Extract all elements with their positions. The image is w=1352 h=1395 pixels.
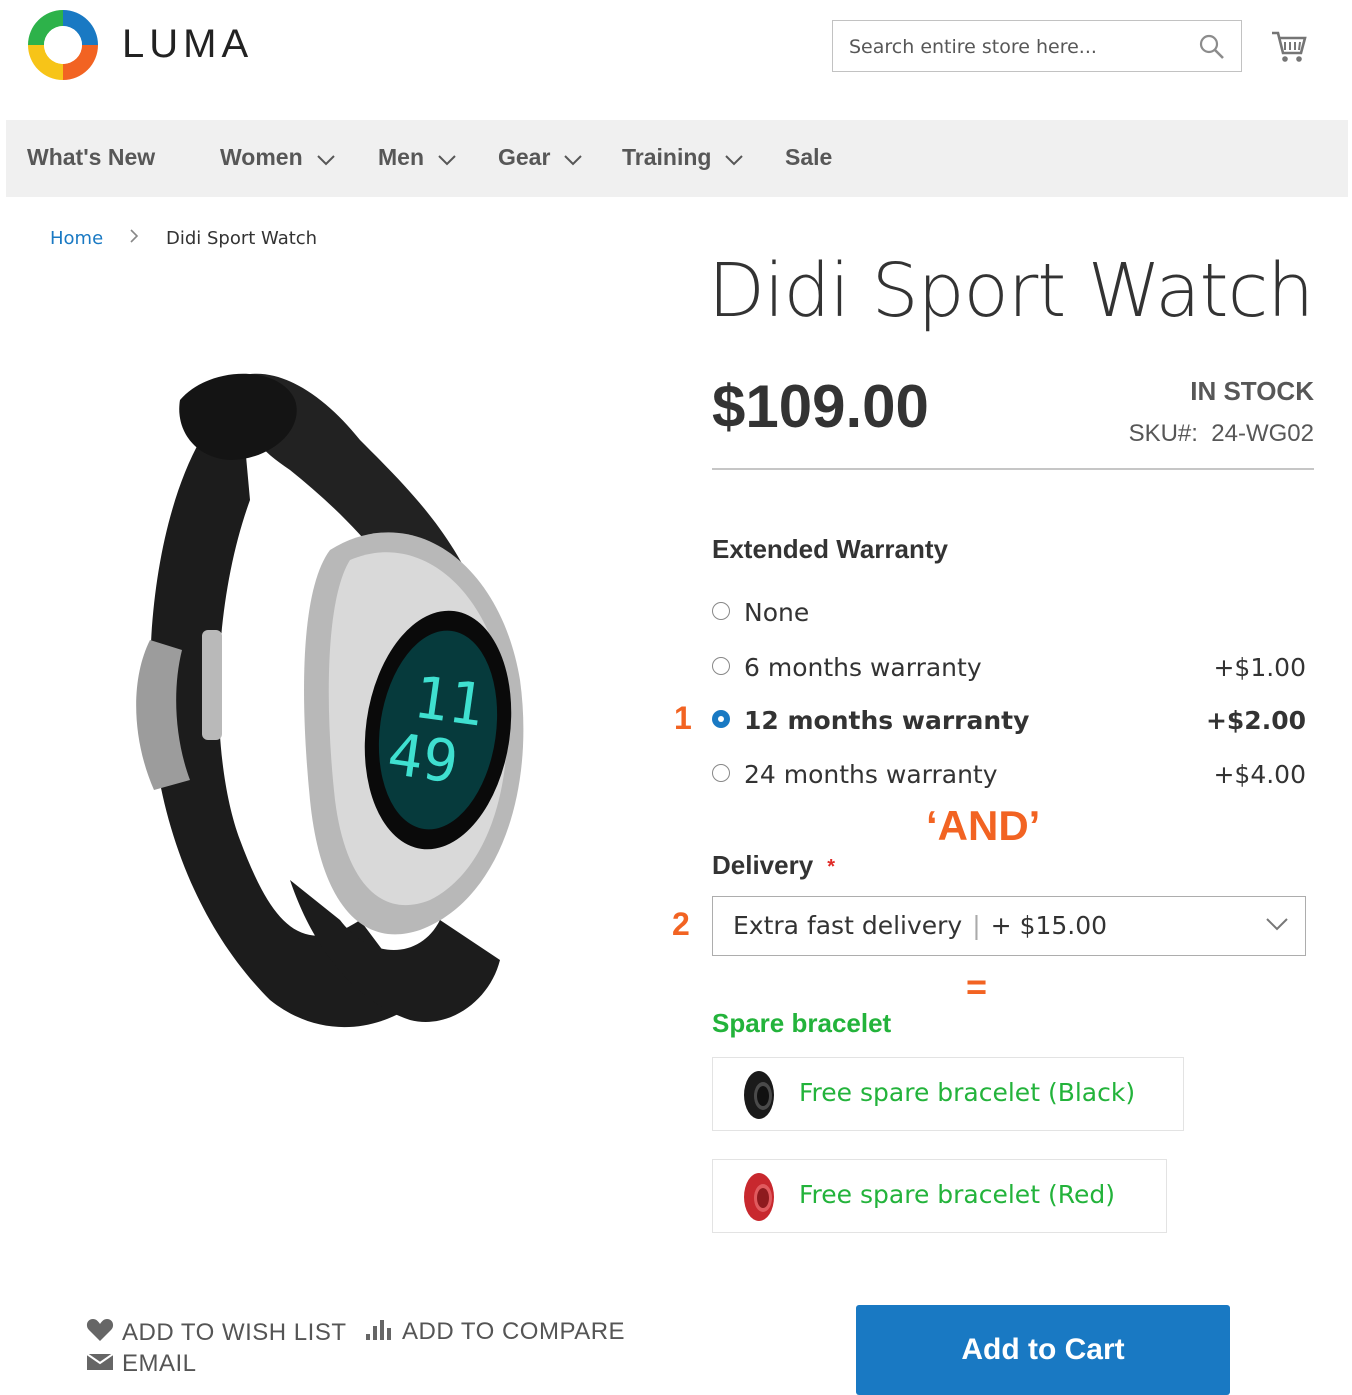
delivery-label: Delivery — [712, 850, 814, 880]
spare-bracelet-title: Spare bracelet — [712, 1008, 892, 1038]
option-label: 6 months warranty — [744, 653, 982, 682]
wishlist-label: ADD TO WISH LIST — [122, 1318, 347, 1346]
nav-label: Gear — [498, 144, 551, 170]
nav-item-women[interactable]: Women — [220, 144, 335, 172]
email-label: EMAIL — [122, 1350, 197, 1377]
nav-item-gear[interactable]: Gear — [498, 144, 583, 172]
breadcrumb-current: Didi Sport Watch — [166, 228, 318, 249]
delivery-option-label: Extra fast delivery — [733, 911, 963, 940]
nav-label: Sale — [785, 144, 833, 170]
search-box — [832, 20, 1242, 72]
separator: | — [972, 911, 981, 940]
bracelet-black-image — [737, 1068, 783, 1127]
nav-item-men[interactable]: Men — [378, 144, 456, 172]
nav-label: Training — [622, 144, 712, 170]
bar-chart-icon — [366, 1318, 392, 1347]
option-label: 24 months warranty — [744, 760, 998, 789]
add-to-wishlist-link[interactable]: ADD TO WISH LIST — [86, 1318, 346, 1349]
page-title: Didi Sport Watch — [708, 248, 1314, 334]
nav-item-sale[interactable]: Sale — [785, 144, 832, 171]
radio-button[interactable] — [712, 657, 730, 675]
logo-text[interactable]: LUMA — [122, 22, 253, 67]
breadcrumb-separator-icon — [128, 226, 140, 251]
chevron-down-icon — [316, 145, 335, 172]
envelope-icon — [86, 1351, 114, 1379]
stock-status: IN STOCK — [1190, 376, 1314, 406]
option-label: None — [744, 598, 810, 627]
bracelet-red-image — [737, 1170, 783, 1229]
radio-button[interactable] — [712, 764, 730, 782]
option-price: +$1.00 — [1213, 653, 1306, 682]
bracelet-label: Free spare bracelet (Red) — [799, 1180, 1115, 1209]
nav-label: Men — [378, 144, 424, 170]
luma-logo-icon[interactable] — [26, 8, 100, 87]
annotation-and: ‘AND’ — [926, 802, 1041, 849]
nav-item-whats-new[interactable]: What's New — [27, 144, 155, 171]
email-link[interactable]: EMAIL — [86, 1350, 197, 1379]
delivery-selected-value: Extra fast delivery | + $15.00 — [733, 911, 1107, 940]
option-price: +$2.00 — [1205, 706, 1306, 735]
chevron-down-icon — [564, 145, 583, 172]
svg-text:49: 49 — [384, 720, 463, 797]
divider — [712, 468, 1314, 470]
delivery-title: Delivery * — [712, 850, 835, 881]
spare-bracelet-black[interactable]: Free spare bracelet (Black) — [712, 1057, 1184, 1131]
product-price: $109.00 — [712, 373, 929, 440]
required-mark: * — [827, 855, 835, 878]
spare-bracelet-red[interactable]: Free spare bracelet (Red) — [712, 1159, 1167, 1233]
warranty-option-6-months[interactable]: 6 months warranty +$1.00 — [712, 653, 1306, 683]
search-icon[interactable] — [1199, 34, 1225, 65]
sku-label: SKU#: — [1128, 420, 1198, 447]
radio-button-selected[interactable] — [712, 710, 730, 728]
heart-icon — [86, 1318, 114, 1349]
add-to-compare-link[interactable]: ADD TO COMPARE — [366, 1318, 625, 1347]
annotation-marker-2: 2 — [672, 906, 690, 942]
nav-label: Women — [220, 144, 303, 170]
nav-item-training[interactable]: Training — [622, 144, 744, 172]
annotation-equals: = — [966, 966, 988, 1007]
chevron-down-icon — [438, 145, 456, 172]
main-nav: What's New Women Men Gear Training Sale — [6, 120, 1348, 197]
chevron-down-icon — [725, 145, 744, 172]
nav-label: What's New — [27, 144, 156, 170]
delivery-option-price: + $15.00 — [990, 911, 1108, 940]
warranty-option-24-months[interactable]: 24 months warranty +$4.00 — [712, 760, 1306, 790]
compare-label: ADD TO COMPARE — [402, 1318, 626, 1345]
sku-value: 24-WG02 — [1211, 420, 1314, 447]
chevron-down-icon[interactable] — [1265, 915, 1289, 938]
option-label: 12 months warranty — [744, 706, 1030, 735]
bracelet-label: Free spare bracelet (Black) — [799, 1078, 1136, 1107]
radio-button[interactable] — [712, 602, 730, 620]
search-input[interactable] — [834, 22, 1191, 72]
annotation-marker-1: 1 — [674, 700, 692, 736]
breadcrumb-home[interactable]: Home — [50, 228, 103, 249]
sku: SKU#: 24-WG02 — [1129, 420, 1314, 448]
delivery-select[interactable]: Extra fast delivery | + $15.00 — [712, 896, 1306, 956]
cart-icon[interactable] — [1270, 28, 1308, 71]
warranty-title: Extended Warranty — [712, 534, 948, 564]
product-image[interactable]: 11 49 — [120, 360, 540, 1045]
warranty-option-none[interactable]: None — [712, 598, 1306, 628]
option-price: +$4.00 — [1213, 760, 1306, 789]
warranty-option-12-months[interactable]: 12 months warranty +$2.00 — [712, 706, 1306, 736]
add-to-cart-button[interactable]: Add to Cart — [856, 1305, 1230, 1395]
